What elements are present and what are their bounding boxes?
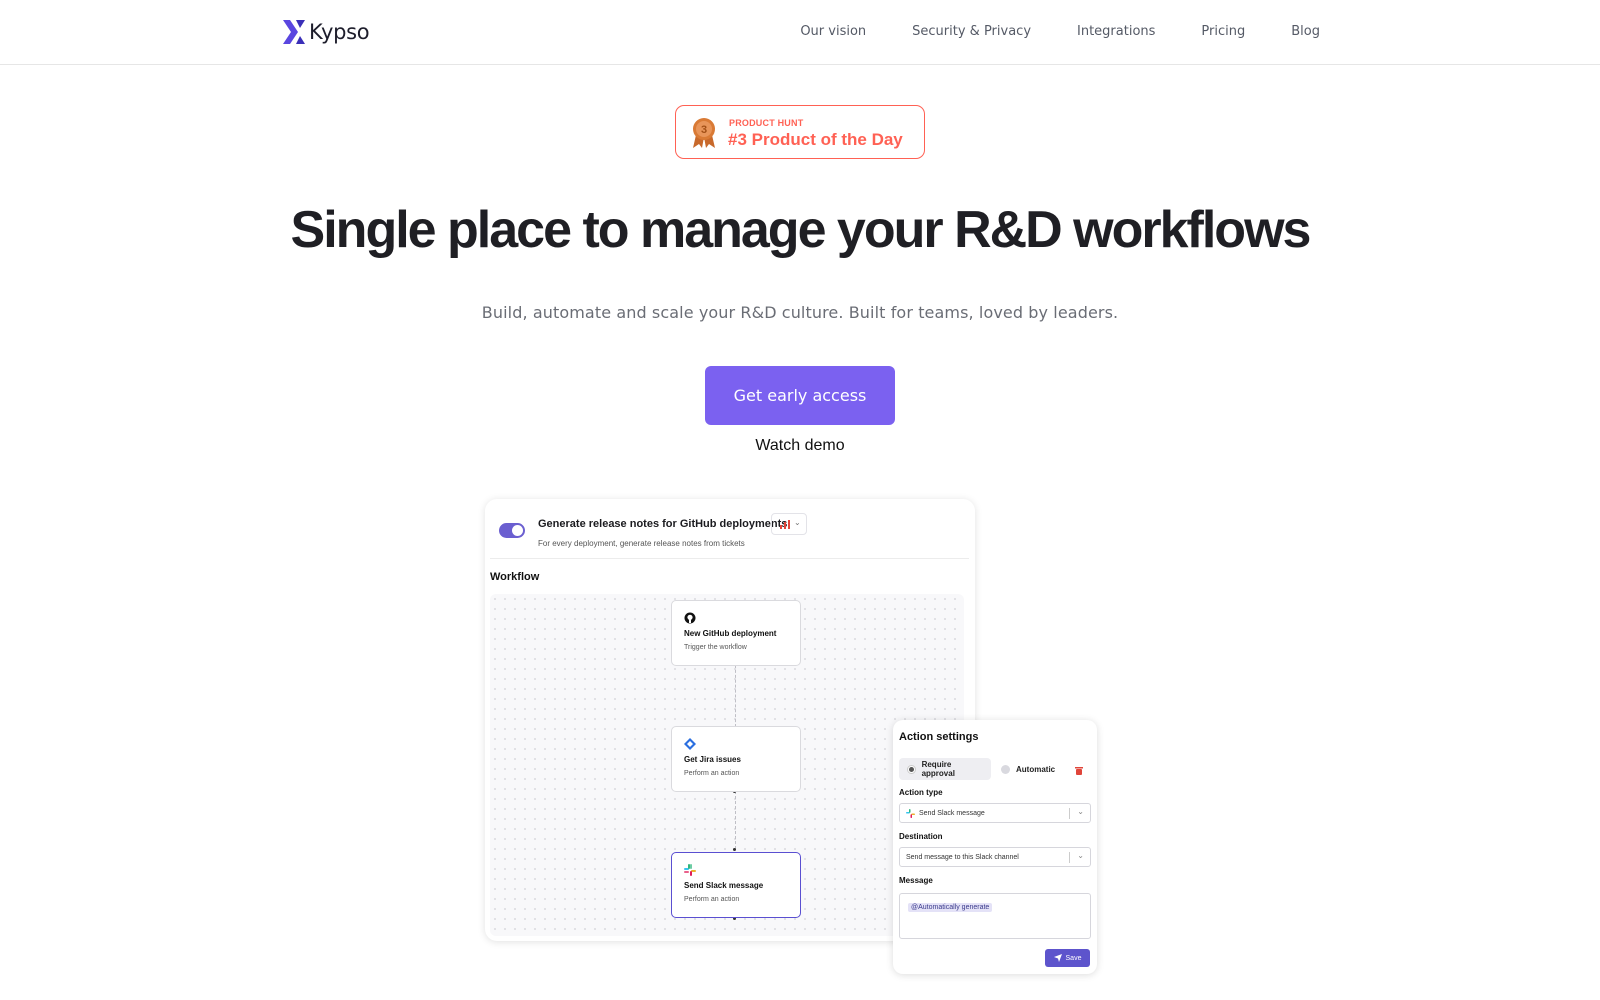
radio-require-approval[interactable]: Require approval [899,758,991,780]
destination-label: Destination [899,832,943,841]
bar-chart-icon [780,520,790,529]
nav-links: Our vision Security & Privacy Integratio… [800,24,1320,39]
action-type-value: Send Slack message [919,810,985,817]
connector-line [735,665,736,727]
workflow-node-jira[interactable]: Get Jira issues Perform an action [671,726,801,792]
jira-icon [684,738,696,750]
product-hunt-badge[interactable]: 3 PRODUCT HUNT #3 Product of the Day [675,105,925,159]
radio-automatic[interactable]: Automatic [993,758,1063,780]
save-label: Save [1065,954,1082,962]
get-early-access-button[interactable]: Get early access [705,366,895,425]
nav-link-blog[interactable]: Blog [1291,24,1320,39]
nav-link-our-vision[interactable]: Our vision [800,24,866,39]
select-separator [1069,852,1070,863]
message-label: Message [899,876,933,885]
badge-kicker: PRODUCT HUNT [729,118,804,128]
workflow-description: For every deployment, generate release n… [538,539,745,548]
node-subtitle: Perform an action [684,896,740,903]
action-settings-panel: Action settings Require approval Automat… [893,720,1097,974]
nav-link-integrations[interactable]: Integrations [1077,24,1155,39]
slack-icon [684,864,696,876]
destination-select[interactable]: Send message to this Slack channel ⌄ [899,847,1091,867]
radio-selected-icon [907,764,916,774]
node-subtitle: Trigger the workflow [684,644,747,651]
action-type-select[interactable]: Send Slack message ⌄ [899,803,1091,823]
connector-line [735,791,736,849]
kypso-logo-icon [283,20,305,44]
slack-icon [906,809,915,818]
github-icon [684,612,696,624]
trash-icon[interactable] [1075,766,1083,775]
divider [490,558,969,559]
brand-logo[interactable]: Kypso [283,20,370,44]
action-type-label: Action type [899,788,943,797]
workflow-node-slack[interactable]: Send Slack message Perform an action [671,852,801,918]
node-title: Get Jira issues [684,755,741,764]
hero-title: Single place to manage your R&D workflow… [290,201,1312,259]
chevron-down-icon: ⌄ [794,518,801,527]
analytics-dropdown[interactable]: ⌄ [771,513,807,535]
message-textarea[interactable]: @Automatically generate [899,893,1091,939]
workflow-section-heading: Workflow [490,571,540,583]
radio-label: Automatic [1016,764,1056,774]
radio-label: Require approval [921,760,955,778]
workflow-enabled-toggle[interactable] [499,523,525,538]
connector-handle [733,848,736,851]
hero-subtitle: Build, automate and scale your R&D cultu… [481,303,1119,322]
select-separator [1069,808,1070,819]
chevron-down-icon: ⌄ [1077,807,1084,816]
medal-icon: 3 [693,118,715,148]
workflow-node-github[interactable]: New GitHub deployment Trigger the workfl… [671,600,801,666]
nav-link-security-privacy[interactable]: Security & Privacy [912,24,1031,39]
brand-name: Kypso [309,20,370,44]
nav-link-pricing[interactable]: Pricing [1201,24,1245,39]
workflow-title: Generate release notes for GitHub deploy… [538,518,788,530]
node-title: Send Slack message [684,881,764,890]
mention-tag[interactable]: @Automatically generate [908,903,993,912]
save-button[interactable]: Save [1045,949,1090,967]
radio-unselected-icon [1001,764,1010,774]
node-subtitle: Perform an action [684,770,740,777]
destination-value: Send message to this Slack channel [906,854,1019,861]
watch-demo-link[interactable]: Watch demo [700,437,900,455]
chevron-down-icon: ⌄ [1077,851,1084,860]
medal-number: 3 [701,124,707,136]
top-nav: Kypso Our vision Security & Privacy Inte… [0,0,1600,65]
badge-title: #3 Product of the Day [728,130,903,149]
node-title: New GitHub deployment [684,629,777,638]
panel-title: Action settings [899,731,979,743]
send-icon [1053,954,1062,962]
